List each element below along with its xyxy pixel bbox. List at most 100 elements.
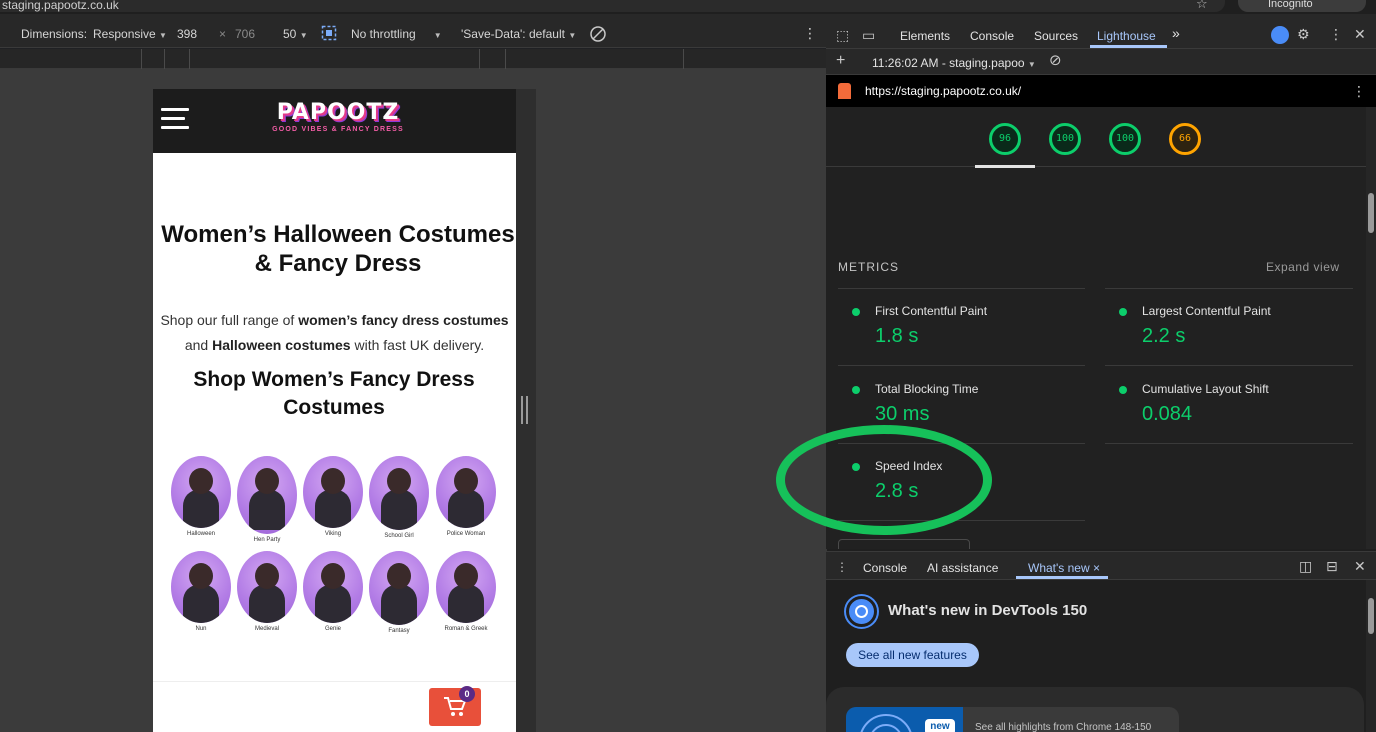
rotate-icon[interactable] (589, 25, 607, 46)
times-sign: × (219, 27, 227, 41)
pass-dot-icon (1119, 386, 1127, 394)
site-logo[interactable]: PAPOOTZ GOOD VIBES & FANCY DRESS (263, 101, 413, 134)
tab-console[interactable]: Console (970, 29, 1014, 43)
tab-elements[interactable]: Elements (900, 29, 950, 43)
category-image (369, 456, 429, 530)
category-image (171, 551, 231, 623)
chevron-down-icon: ▼ (433, 31, 442, 40)
more-options-icon[interactable]: ⋮ (1352, 84, 1366, 98)
more-options-icon[interactable]: ⋮ (1329, 27, 1343, 41)
close-drawer-icon[interactable]: ✕ (1354, 559, 1366, 573)
category-image (436, 456, 496, 528)
chevron-down-icon: ▼ (159, 31, 167, 40)
report-scrollbar[interactable] (1366, 107, 1376, 549)
category-image (436, 551, 496, 623)
report-scroll-thumb[interactable] (1368, 193, 1374, 233)
resize-handle[interactable] (521, 396, 529, 424)
inspect-element-icon[interactable]: ⬚ (836, 28, 849, 42)
page-title: Women’s Halloween Costumes & Fancy Dress (161, 221, 515, 277)
close-icon[interactable]: × (1093, 561, 1100, 575)
score-gauge-seo[interactable]: 66 (1169, 123, 1201, 155)
more-options-icon[interactable]: ⋮ (803, 26, 817, 40)
category-label: Halloween (186, 531, 216, 537)
ai-assistant-icon[interactable] (1271, 26, 1289, 44)
drawer-tab-label: What's new (1028, 561, 1090, 575)
category-medieval[interactable]: Medieval (235, 551, 299, 633)
save-data-value: 'Save-Data': default (461, 27, 565, 41)
tab-lighthouse[interactable]: Lighthouse (1097, 29, 1156, 43)
address-bar[interactable]: staging.papootz.co.uk (0, 0, 1225, 12)
intro-text: Shop our full range of (160, 312, 299, 328)
score-gauge-performance[interactable]: 96 (989, 123, 1021, 155)
score-gauge-accessibility[interactable]: 100 (1049, 123, 1081, 155)
clear-icon[interactable]: ⊘ (1049, 53, 1062, 68)
address-text: staging.papootz.co.uk (2, 0, 119, 12)
report-url-bar: https://staging.papootz.co.uk/ ⋮ (826, 75, 1376, 107)
pass-dot-icon (1119, 308, 1127, 316)
category-genie[interactable]: Genie (301, 551, 365, 633)
category-label: Fantasy (388, 628, 410, 634)
category-label: Viking (324, 531, 342, 537)
highlights-text[interactable]: See all highlights from Chrome 148-150 (975, 722, 1151, 732)
bookmark-star-icon[interactable]: ☆ (1196, 0, 1208, 12)
incognito-label: Incognito (1268, 0, 1313, 10)
tab-sources[interactable]: Sources (1034, 29, 1078, 43)
category-label: Hen Party (253, 537, 281, 543)
drawer-tab-ai-assistance[interactable]: AI assistance (927, 561, 998, 575)
chevron-down-icon: ▼ (568, 31, 577, 40)
metric-title: Cumulative Layout Shift (1142, 382, 1269, 396)
category-label: Nun (195, 626, 207, 632)
see-all-features-button[interactable]: See all new features (846, 643, 979, 667)
close-icon[interactable]: ✕ (1354, 27, 1366, 41)
dock-bottom-icon[interactable]: ⊟ (1326, 559, 1338, 573)
category-label: Roman & Greek (444, 626, 488, 632)
metrics-heading: METRICS (838, 260, 899, 274)
category-nun[interactable]: Nun (169, 551, 233, 633)
incognito-badge[interactable]: Incognito (1238, 0, 1366, 12)
chrome-logo-icon (846, 596, 877, 627)
category-fantasy[interactable]: Fantasy (367, 551, 431, 635)
hamburger-menu-icon[interactable] (161, 108, 189, 130)
gear-icon[interactable]: ⚙ (1297, 27, 1310, 41)
dock-side-icon[interactable]: ◫ (1299, 559, 1312, 573)
more-tabs-icon[interactable]: » (1172, 26, 1180, 40)
category-hen-party[interactable]: Hen Party (235, 456, 299, 544)
drawer-tab-whats-new[interactable]: What's new × (1028, 561, 1100, 575)
save-data-select[interactable]: 'Save-Data': default ▼ (461, 27, 576, 43)
drawer-tab-console[interactable]: Console (863, 561, 907, 575)
section-heading: Shop Women’s Fancy Dress Costumes (193, 368, 475, 419)
metric-title: Largest Contentful Paint (1142, 304, 1271, 318)
category-halloween[interactable]: Halloween (169, 456, 233, 538)
width-input[interactable]: 398 (177, 27, 197, 41)
category-image (171, 456, 231, 528)
intro-link[interactable]: women’s fancy dress costumes (298, 312, 508, 328)
chevron-down-icon: ▼ (1027, 60, 1036, 69)
chevron-down-icon: ▼ (299, 31, 308, 40)
device-toolbar: Dimensions: Responsive ▼ 398 × 706 50 ▼ … (0, 14, 826, 48)
cart-count-badge: 0 (459, 686, 475, 702)
drawer-menu-icon[interactable]: ⋮ (836, 560, 848, 574)
view-treemap-button[interactable] (838, 539, 970, 549)
dimensions-select[interactable]: Responsive ▼ (93, 27, 167, 43)
category-roman-greek[interactable]: Roman & Greek (434, 551, 498, 633)
device-toggle-icon[interactable]: ▭ (862, 28, 875, 42)
throttling-select[interactable]: No throttling ▼ (351, 27, 442, 43)
expand-view-toggle[interactable]: Expand view (1266, 260, 1340, 274)
report-url[interactable]: https://staging.papootz.co.uk/ (865, 84, 1021, 98)
score-gauge-best-practices[interactable]: 100 (1109, 123, 1141, 155)
category-viking[interactable]: Viking (301, 456, 365, 538)
drawer-scroll-thumb[interactable] (1368, 598, 1374, 634)
category-school-girl[interactable]: School Girl (367, 456, 431, 540)
plus-icon[interactable]: + (836, 53, 845, 69)
gauge-divider (826, 166, 1366, 167)
category-image (237, 456, 297, 534)
metric-value: 2.2 s (1142, 325, 1186, 347)
height-input[interactable]: 706 (235, 27, 255, 41)
category-image (369, 551, 429, 625)
site-header: PAPOOTZ GOOD VIBES & FANCY DRESS (153, 89, 516, 153)
intro-link[interactable]: Halloween costumes (212, 337, 351, 353)
zoom-select[interactable]: 50 ▼ (283, 27, 308, 43)
category-police-woman[interactable]: Police Woman (434, 456, 498, 538)
device-pixel-ratio-icon[interactable] (321, 25, 337, 44)
report-select[interactable]: 11:26:02 AM - staging.papoo ▼ (872, 56, 1036, 72)
